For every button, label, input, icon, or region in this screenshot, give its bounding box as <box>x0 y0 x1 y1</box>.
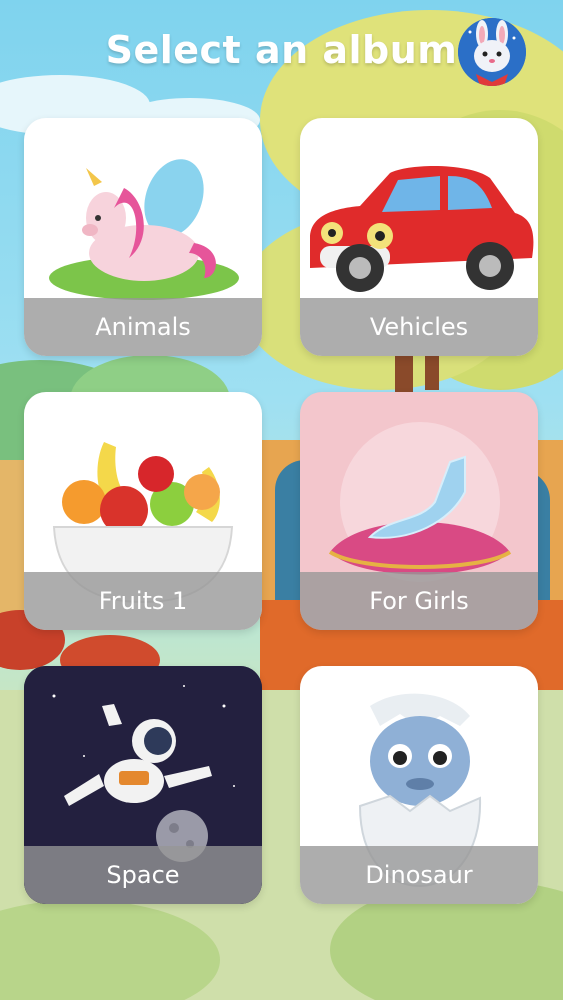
profile-avatar-button[interactable] <box>458 18 526 86</box>
album-label: Dinosaur <box>300 846 538 904</box>
album-card-space[interactable]: Space <box>24 666 262 904</box>
album-card-dinosaur[interactable]: Dinosaur <box>300 666 538 904</box>
album-card-for-girls[interactable]: For Girls <box>300 392 538 630</box>
album-label: Animals <box>24 298 262 356</box>
album-card-vehicles[interactable]: Vehicles <box>300 118 538 356</box>
album-label: Fruits 1 <box>24 572 262 630</box>
album-label: For Girls <box>300 572 538 630</box>
album-card-animals[interactable]: Animals <box>24 118 262 356</box>
album-card-fruits-1[interactable]: Fruits 1 <box>24 392 262 630</box>
bunny-avatar-icon <box>458 18 526 86</box>
album-label: Space <box>24 846 262 904</box>
album-label: Vehicles <box>300 298 538 356</box>
